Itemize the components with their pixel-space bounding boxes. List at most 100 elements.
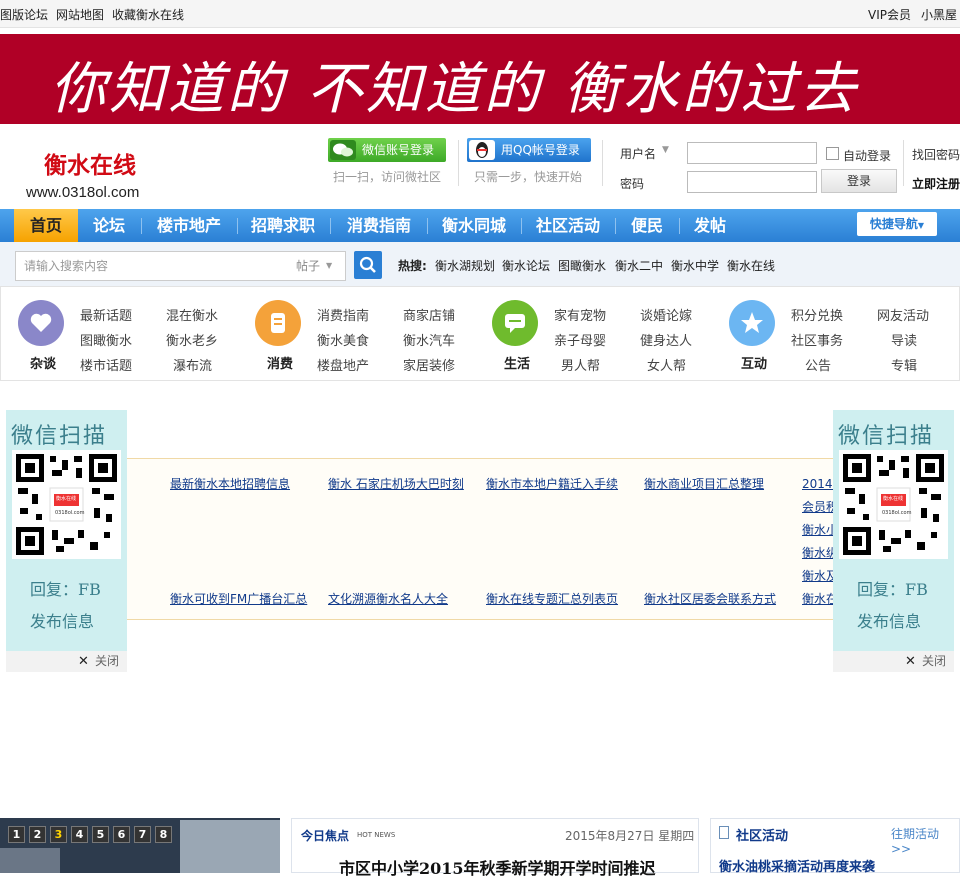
focus-date: 2015年8月27日 星期四 bbox=[565, 829, 695, 843]
chat-category-icon[interactable] bbox=[18, 300, 64, 346]
qr-close-button[interactable]: ✕ 关闭 bbox=[833, 651, 954, 672]
life-category-icon[interactable] bbox=[492, 300, 538, 346]
qr-brand-url: 0318ol.com bbox=[882, 510, 912, 516]
slider-page-button[interactable]: 2 bbox=[29, 826, 46, 843]
site-logo[interactable]: 衡水在线 www.0318ol.com bbox=[26, 146, 139, 201]
category-link[interactable]: 导读 bbox=[891, 330, 917, 349]
login-button[interactable]: 登录 bbox=[821, 169, 897, 193]
slider-page-button-active[interactable]: 3 bbox=[50, 826, 67, 843]
slider-page-button[interactable]: 1 bbox=[8, 826, 25, 843]
community-more-link[interactable]: 往期活动>> bbox=[891, 825, 959, 856]
category-link[interactable]: 网友活动 bbox=[877, 305, 929, 324]
community-item[interactable]: 衡水油桃采摘活动再度来袭 bbox=[719, 856, 875, 875]
hot-search-link[interactable]: 衡水论坛 bbox=[502, 257, 550, 274]
star-category-icon[interactable] bbox=[729, 300, 775, 346]
hot-search-link[interactable]: 衡水在线 bbox=[727, 257, 775, 274]
top-link-forum[interactable]: 图版论坛 bbox=[0, 6, 48, 23]
nav-real-estate[interactable]: 楼市地产 bbox=[142, 209, 236, 242]
close-icon: ✕ bbox=[905, 654, 916, 669]
username-input[interactable] bbox=[687, 142, 817, 164]
category-link[interactable]: 楼盘地产 bbox=[317, 355, 369, 374]
shopping-category-icon[interactable] bbox=[255, 300, 301, 346]
quick-link[interactable]: 最新衡水本地招聘信息 bbox=[170, 475, 290, 492]
category-link[interactable]: 衡水汽车 bbox=[403, 330, 455, 349]
top-link-bookmark[interactable]: 收藏衡水在线 bbox=[112, 6, 184, 23]
quick-nav-label: 快捷导航 bbox=[869, 217, 918, 231]
top-link-sitemap[interactable]: 网站地图 bbox=[56, 6, 104, 23]
category-link[interactable]: 积分兑换 bbox=[791, 305, 843, 324]
nav-community-events[interactable]: 社区活动 bbox=[522, 209, 614, 242]
quick-link[interactable]: 衡水可收到FM广播台汇总 bbox=[170, 590, 307, 607]
category-link[interactable]: 公告 bbox=[805, 355, 831, 374]
quick-link[interactable]: 文化溯源衡水名人大全 bbox=[328, 590, 448, 607]
top-link-vip[interactable]: VIP会员 bbox=[868, 6, 911, 23]
hot-search-link[interactable]: 衡水中学 bbox=[671, 257, 719, 274]
category-link[interactable]: 瀑布流 bbox=[173, 355, 212, 374]
quick-link[interactable]: 衡水 石家庄机场大巴时刻 bbox=[328, 475, 464, 492]
top-link-blackroom[interactable]: 小黑屋 bbox=[921, 6, 957, 23]
wechat-login-button[interactable]: 微信账号登录 bbox=[328, 138, 446, 162]
category-link[interactable]: 家居装修 bbox=[403, 355, 455, 374]
qr-close-button[interactable]: ✕ 关闭 bbox=[6, 651, 127, 672]
slider-page-button[interactable]: 4 bbox=[71, 826, 88, 843]
slider-page-button[interactable]: 5 bbox=[92, 826, 109, 843]
close-icon: ✕ bbox=[78, 654, 89, 669]
category-link[interactable]: 专辑 bbox=[891, 355, 917, 374]
qr-reply-text: 回复：FB bbox=[30, 580, 101, 599]
username-label: 用户名 bbox=[620, 147, 657, 161]
hot-search-link[interactable]: 图瞰衡水 bbox=[558, 257, 606, 274]
quick-nav-button[interactable]: 快捷导航▼ bbox=[857, 212, 937, 236]
search-scope-select[interactable]: 帖子 ▼ bbox=[286, 251, 346, 281]
hot-search-link[interactable]: 衡水二中 bbox=[615, 257, 663, 274]
quick-link[interactable]: 衡水在线专题汇总列表页 bbox=[486, 590, 618, 607]
slider-page-button[interactable]: 8 bbox=[155, 826, 172, 843]
category-link[interactable]: 社区事务 bbox=[791, 330, 843, 349]
category-label-life[interactable]: 生活 bbox=[504, 353, 530, 372]
category-link[interactable]: 亲子母婴 bbox=[554, 330, 606, 349]
category-link[interactable]: 图瞰衡水 bbox=[80, 330, 132, 349]
focus-headline[interactable]: 市区中小学2015年秋季新学期开学时间推迟 bbox=[339, 855, 656, 879]
register-link[interactable]: 立即注册 bbox=[912, 175, 960, 192]
search-button[interactable] bbox=[354, 251, 382, 279]
wechat-login-sub: 扫一扫，访问微社区 bbox=[333, 170, 442, 184]
username-dropdown-icon[interactable]: ▼ bbox=[662, 145, 669, 155]
nav-post[interactable]: 发帖 bbox=[680, 209, 740, 242]
category-link[interactable]: 女人帮 bbox=[647, 355, 686, 374]
category-link[interactable]: 最新话题 bbox=[80, 305, 132, 324]
auto-login-label: 自动登录 bbox=[843, 149, 892, 163]
category-link[interactable]: 商家店铺 bbox=[403, 305, 455, 324]
category-link[interactable]: 家有宠物 bbox=[554, 305, 606, 324]
category-link[interactable]: 衡水美食 bbox=[317, 330, 369, 349]
category-link[interactable]: 衡水老乡 bbox=[166, 330, 218, 349]
quick-link[interactable]: 衡水商业项目汇总整理 bbox=[644, 475, 764, 492]
nav-forum[interactable]: 论坛 bbox=[78, 209, 140, 242]
category-label-chat[interactable]: 杂谈 bbox=[30, 353, 56, 372]
header-banner[interactable]: 你知道的 不知道的 衡水的过去 bbox=[0, 34, 960, 124]
slider-page-button[interactable]: 7 bbox=[134, 826, 151, 843]
qr-code-image: 衡水在线 0318ol.com bbox=[12, 450, 121, 559]
banner-slogan: 你知道的 不知道的 衡水的过去 bbox=[50, 57, 859, 122]
category-link[interactable]: 男人帮 bbox=[561, 355, 600, 374]
category-link[interactable]: 混在衡水 bbox=[166, 305, 218, 324]
category-link[interactable]: 楼市话题 bbox=[80, 355, 132, 374]
nav-local[interactable]: 衡水同城 bbox=[428, 209, 520, 242]
nav-jobs[interactable]: 招聘求职 bbox=[238, 209, 328, 242]
nav-convenience[interactable]: 便民 bbox=[616, 209, 678, 242]
nav-consumer-guide[interactable]: 消费指南 bbox=[332, 209, 426, 242]
category-link[interactable]: 谈婚论嫁 bbox=[640, 305, 692, 324]
nav-home[interactable]: 首页 bbox=[14, 209, 78, 242]
slider-page-button[interactable]: 6 bbox=[113, 826, 130, 843]
qq-login-button[interactable]: 用QQ帐号登录 bbox=[467, 138, 591, 162]
category-link[interactable]: 消费指南 bbox=[317, 305, 369, 324]
category-label-interact[interactable]: 互动 bbox=[741, 353, 767, 372]
category-link[interactable]: 健身达人 bbox=[640, 330, 692, 349]
category-label-shopping[interactable]: 消费 bbox=[267, 353, 293, 372]
search-input[interactable]: 请输入搜索内容 bbox=[15, 251, 287, 281]
quick-link[interactable]: 衡水社区居委会联系方式 bbox=[644, 590, 776, 607]
slider-image bbox=[0, 848, 60, 873]
hot-search-link[interactable]: 衡水湖规划 bbox=[435, 257, 495, 274]
forgot-password-link[interactable]: 找回密码 bbox=[912, 146, 960, 163]
auto-login-checkbox[interactable] bbox=[826, 147, 839, 160]
quick-link[interactable]: 衡水市本地户籍迁入手续 bbox=[486, 475, 618, 492]
password-input[interactable] bbox=[687, 171, 817, 193]
